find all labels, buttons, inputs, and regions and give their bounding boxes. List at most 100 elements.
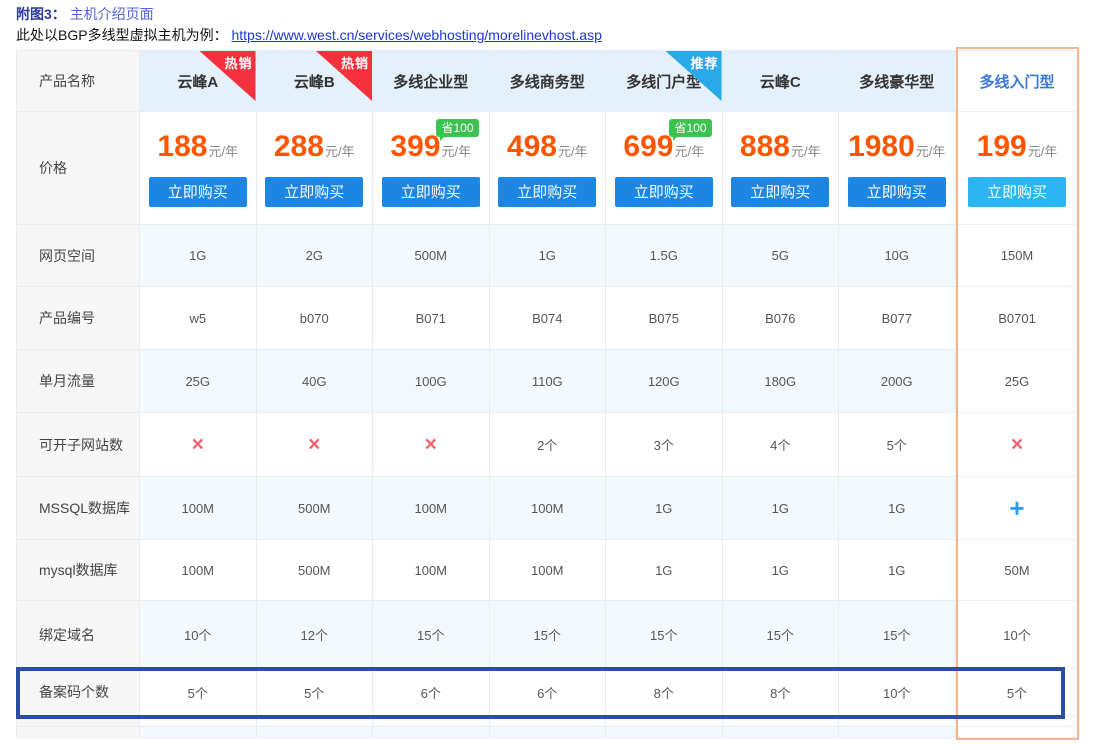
table-cell: 2G xyxy=(257,225,374,287)
price-unit: 元/年 xyxy=(916,141,946,160)
product-name: 云峰A xyxy=(177,71,218,92)
product-column-多线豪华型: 多线豪华型1980元/年立即购买10GB077200G5个1G1G15个10个 xyxy=(839,50,956,738)
price-value: 1980 xyxy=(848,130,915,164)
table-cell xyxy=(490,727,607,738)
table-cell: 云峰A热销 xyxy=(140,50,257,112)
x-mark-icon: × xyxy=(192,434,204,455)
x-mark-icon: × xyxy=(1011,434,1023,455)
table-cell: 10G xyxy=(839,225,956,287)
table-cell xyxy=(140,727,257,738)
price-value: 288 xyxy=(274,130,324,164)
table-cell: 1G xyxy=(839,540,956,601)
table-cell: 25G xyxy=(956,350,1079,413)
pricing-table: 产品名称价格网页空间产品编号单月流量可开子网站数MSSQL数据库mysql数据库… xyxy=(16,50,1079,738)
table-cell: 25G xyxy=(140,350,257,413)
row-label: 绑定域名 xyxy=(16,601,140,669)
figure-title: 主机介绍页面 xyxy=(70,6,154,22)
intro-text: 此处以BGP多线型虚拟主机为例： xyxy=(16,27,228,43)
price: 199元/年 xyxy=(977,130,1058,164)
table-cell: 省100699元/年立即购买 xyxy=(606,112,723,225)
price: 288元/年 xyxy=(274,130,355,164)
product-name: 多线商务型 xyxy=(510,71,585,92)
price-value: 699 xyxy=(623,130,673,164)
table-cell: 1G xyxy=(606,540,723,601)
row-label xyxy=(16,716,140,727)
row-label xyxy=(16,727,140,738)
row-label: 价格 xyxy=(16,112,140,225)
table-cell: 15个 xyxy=(839,601,956,669)
table-cell: 6个 xyxy=(373,669,490,716)
table-cell: 5个 xyxy=(956,669,1079,716)
table-cell: 1G xyxy=(839,477,956,540)
row-label: mysql数据库 xyxy=(16,540,140,601)
table-cell: 200G xyxy=(839,350,956,413)
price-unit: 元/年 xyxy=(791,141,821,160)
save-badge: 省100 xyxy=(436,119,478,137)
price-value: 188 xyxy=(157,130,207,164)
buy-button[interactable]: 立即购买 xyxy=(848,177,946,207)
table-cell: 188元/年立即购买 xyxy=(140,112,257,225)
price-value: 888 xyxy=(740,130,790,164)
table-cell: B071 xyxy=(373,287,490,350)
table-cell: 500M xyxy=(373,225,490,287)
price-value: 399 xyxy=(390,130,440,164)
table-cell: 15个 xyxy=(723,601,840,669)
table-cell xyxy=(373,716,490,727)
buy-button[interactable]: 立即购买 xyxy=(382,177,480,207)
save-badge: 省100 xyxy=(669,119,711,137)
product-name: 云峰B xyxy=(294,71,335,92)
product-column-云峰C: 云峰C888元/年立即购买5GB076180G4个1G1G15个8个 xyxy=(723,50,840,738)
row-label[interactable]: 可开子网站数 xyxy=(16,413,140,477)
plus-icon: + xyxy=(1009,495,1024,521)
product-column-云峰B: 云峰B热销288元/年立即购买2Gb07040G×500M500M12个5个 xyxy=(257,50,374,738)
table-cell: 1G xyxy=(723,477,840,540)
row-label: MSSQL数据库 xyxy=(16,477,140,540)
price: 1980元/年 xyxy=(848,130,945,164)
figure-label: 附图3： xyxy=(16,6,66,22)
table-cell: 5G xyxy=(723,225,840,287)
row-label: 备案码个数 xyxy=(16,669,140,716)
product-column-云峰A: 云峰A热销188元/年立即购买1Gw525G×100M100M10个5个 xyxy=(140,50,257,738)
table-cell xyxy=(839,727,956,738)
table-cell: 1G xyxy=(723,540,840,601)
buy-button[interactable]: 立即购买 xyxy=(731,177,829,207)
buy-button[interactable]: 立即购买 xyxy=(968,177,1066,207)
table-cell: B077 xyxy=(839,287,956,350)
buy-button[interactable]: 立即购买 xyxy=(498,177,596,207)
table-cell: 500M xyxy=(257,540,374,601)
table-cell: 100M xyxy=(373,477,490,540)
table-cell xyxy=(373,727,490,738)
table-cell xyxy=(257,727,374,738)
price-unit: 元/年 xyxy=(674,141,704,160)
product-column-多线企业型: 多线企业型省100399元/年立即购买500MB071100G×100M100M… xyxy=(373,50,490,738)
intro-line: 此处以BGP多线型虚拟主机为例： https://www.west.cn/ser… xyxy=(16,25,602,45)
table-cell: w5 xyxy=(140,287,257,350)
table-cell xyxy=(956,727,1079,738)
table-cell: 多线门户型推荐 xyxy=(606,50,723,112)
hosting-page-link[interactable]: https://www.west.cn/services/webhosting/… xyxy=(231,27,601,43)
table-cell: 1980元/年立即购买 xyxy=(839,112,956,225)
table-cell xyxy=(606,727,723,738)
table-cell: B076 xyxy=(723,287,840,350)
product-name: 多线入门型 xyxy=(979,71,1054,92)
buy-button[interactable]: 立即购买 xyxy=(615,177,713,207)
buy-button[interactable]: 立即购买 xyxy=(149,177,247,207)
table-cell: 1G xyxy=(140,225,257,287)
price-value: 498 xyxy=(507,130,557,164)
table-cell: 1G xyxy=(606,477,723,540)
buy-button[interactable]: 立即购买 xyxy=(265,177,363,207)
table-cell: 40G xyxy=(257,350,374,413)
table-cell: 5个 xyxy=(140,669,257,716)
table-cell xyxy=(956,716,1079,727)
product-column-多线入门型: 多线入门型199元/年立即购买150MB070125G×+50M10个5个 xyxy=(956,50,1079,738)
label-column: 产品名称价格网页空间产品编号单月流量可开子网站数MSSQL数据库mysql数据库… xyxy=(16,50,140,738)
table-cell: 50M xyxy=(956,540,1079,601)
table-cell: 10个 xyxy=(956,601,1079,669)
product-column-多线商务型: 多线商务型498元/年立即购买1GB074110G2个100M100M15个6个 xyxy=(490,50,607,738)
table-cell: × xyxy=(257,413,374,477)
table-cell: 5个 xyxy=(839,413,956,477)
table-cell: 100M xyxy=(490,477,607,540)
table-cell: 15个 xyxy=(490,601,607,669)
table-cell: 10个 xyxy=(140,601,257,669)
table-cell: 3个 xyxy=(606,413,723,477)
